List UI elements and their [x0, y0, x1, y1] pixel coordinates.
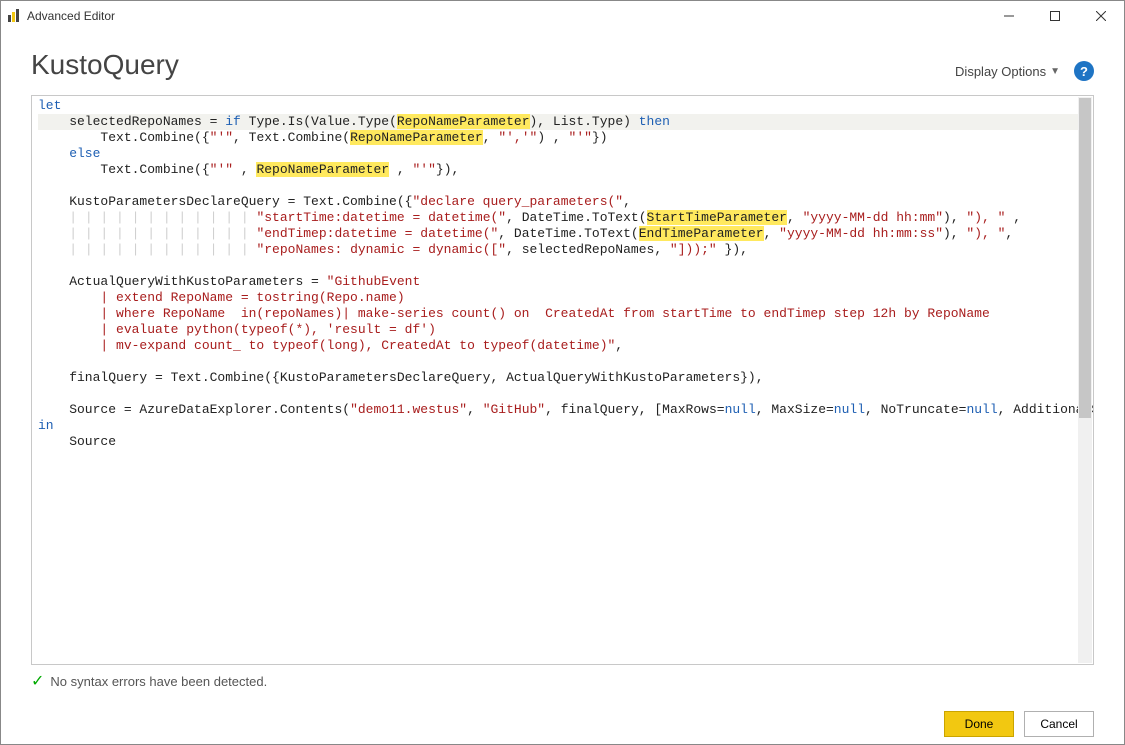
help-icon[interactable]: ? — [1074, 61, 1094, 81]
cancel-button[interactable]: Cancel — [1024, 711, 1094, 737]
parameter-highlight: EndTimeParameter — [639, 226, 764, 241]
current-line: selectedRepoNames = if Type.Is(Value.Typ… — [38, 114, 1091, 130]
close-button[interactable] — [1078, 1, 1124, 31]
window-titlebar: Advanced Editor — [1, 1, 1124, 31]
header-row: KustoQuery Display Options ▼ ? — [1, 31, 1124, 89]
parameter-highlight: RepoNameParameter — [256, 162, 389, 177]
editor-container: let selectedRepoNames = if Type.Is(Value… — [31, 95, 1094, 665]
query-name-title: KustoQuery — [31, 49, 179, 81]
parameter-highlight: StartTimeParameter — [647, 210, 787, 225]
chevron-down-icon: ▼ — [1050, 66, 1060, 77]
scrollbar-thumb[interactable] — [1079, 98, 1091, 418]
parameter-highlight: RepoNameParameter — [397, 114, 530, 129]
display-options-label: Display Options — [955, 64, 1046, 79]
code-keyword: let — [38, 98, 61, 113]
footer-buttons: Done Cancel — [1, 691, 1124, 737]
code-editor[interactable]: let selectedRepoNames = if Type.Is(Value… — [32, 96, 1093, 664]
maximize-button[interactable] — [1032, 1, 1078, 31]
window-title: Advanced Editor — [27, 9, 115, 23]
scrollbar-track[interactable] — [1078, 97, 1092, 663]
done-button[interactable]: Done — [944, 711, 1014, 737]
minimize-button[interactable] — [986, 1, 1032, 31]
app-icon — [7, 9, 21, 23]
parameter-highlight: RepoNameParameter — [350, 130, 483, 145]
status-bar: ✓ No syntax errors have been detected. — [1, 665, 1124, 691]
check-icon: ✓ — [31, 671, 44, 691]
status-message: No syntax errors have been detected. — [50, 674, 267, 689]
display-options-dropdown[interactable]: Display Options ▼ — [955, 64, 1060, 79]
